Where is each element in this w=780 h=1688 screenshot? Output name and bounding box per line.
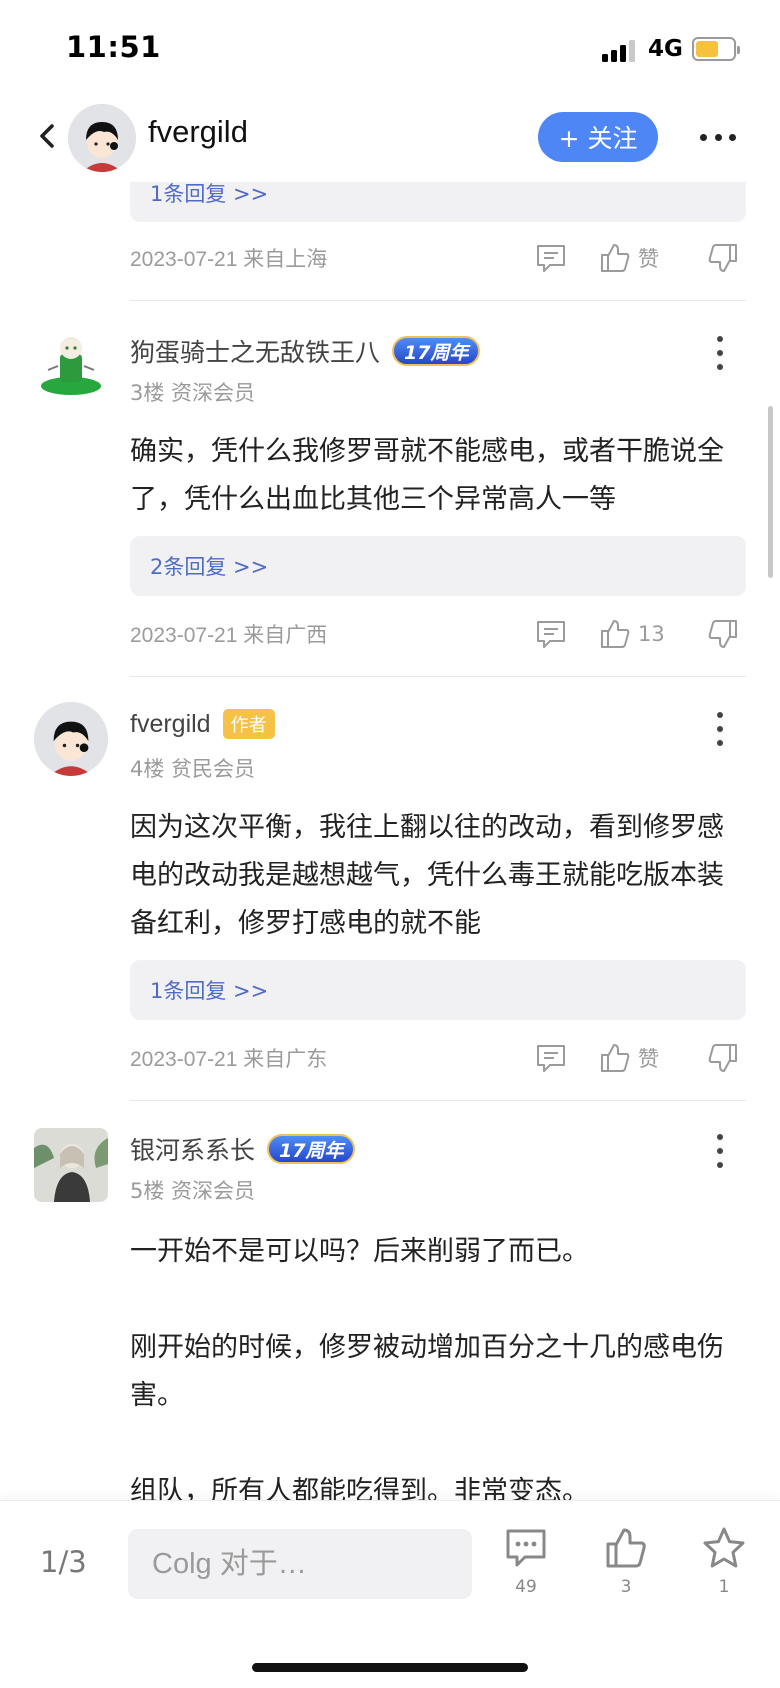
comment-content: 因为这次平衡，我往上翻以往的改动，看到修罗感电的改动我是越想越气，凭什么毒王就能… xyxy=(130,812,724,939)
comment-button[interactable] xyxy=(534,238,568,278)
reply-link[interactable]: 1条回复 >> xyxy=(130,960,746,1020)
like-count: 赞 xyxy=(638,247,659,271)
dislike-button[interactable] xyxy=(706,238,740,278)
like-count: 13 xyxy=(638,622,665,646)
comment-more-button[interactable] xyxy=(714,336,726,370)
battery-icon xyxy=(692,37,740,61)
comment-count: 49 xyxy=(515,1577,537,1597)
comment-divider xyxy=(130,676,746,677)
more-icon xyxy=(700,133,707,141)
like-icon xyxy=(601,620,630,648)
like-count: 赞 xyxy=(638,1047,659,1071)
commenter-avatar[interactable] xyxy=(34,702,108,776)
top-header: fvergild + 关注 xyxy=(0,100,780,182)
network-label: 4G xyxy=(648,36,683,62)
back-icon xyxy=(40,124,54,148)
dislike-icon xyxy=(708,620,737,648)
comment-divider xyxy=(130,300,746,301)
anniversary-badge: 17周年 xyxy=(267,1134,356,1164)
author-name[interactable]: fvergild xyxy=(148,114,248,150)
comment-icon xyxy=(537,621,565,648)
home-indicator[interactable] xyxy=(252,1663,528,1672)
comment-icon xyxy=(537,245,565,272)
like-count: 3 xyxy=(620,1577,632,1597)
like-icon xyxy=(601,1044,630,1072)
comment-meta: 2023-07-21 来自广东 xyxy=(130,1048,328,1071)
favorite-count: 1 xyxy=(718,1577,730,1597)
like-button[interactable]: 赞 xyxy=(598,1038,659,1078)
dislike-button[interactable] xyxy=(706,1038,740,1078)
comment-more-button[interactable] xyxy=(714,1134,726,1168)
comment-content: 确实，凭什么我修罗哥就不能感电，或者干脆说全了，凭什么出血比其他三个异常高人一等 xyxy=(130,436,724,515)
scrollbar[interactable] xyxy=(768,406,773,578)
like-post-button[interactable]: 3 xyxy=(596,1525,656,1597)
reply-link[interactable]: 2条回复 >> xyxy=(130,536,746,596)
page-indicator[interactable]: 1/3 xyxy=(40,1545,87,1579)
author-badge: 作者 xyxy=(222,709,275,739)
like-button[interactable]: 13 xyxy=(598,614,665,654)
comment-icon xyxy=(537,1045,565,1072)
dislike-icon xyxy=(708,244,737,272)
status-bar: 11:51 4G xyxy=(0,0,780,100)
like-button[interactable]: 赞 xyxy=(598,238,659,278)
dislike-icon xyxy=(708,1044,737,1072)
bottom-bar: 1/3 49 3 1 xyxy=(0,1500,780,1688)
commenter-name-row: 银河系系长 17周年 xyxy=(130,1131,356,1167)
anniversary-badge: 17周年 xyxy=(392,336,481,366)
like-icon xyxy=(601,244,630,272)
comment-paragraph: 刚开始的时候，修罗被动增加百分之十几的感电伤害。 xyxy=(130,1332,724,1411)
comment-icon xyxy=(506,1529,546,1567)
floor-label: 5楼 资深会员 xyxy=(130,1179,256,1203)
commenter-name-row: 狗蛋骑士之无敌铁王八 17周年 xyxy=(130,333,481,369)
favorite-button[interactable]: 1 xyxy=(694,1525,754,1597)
like-icon xyxy=(606,1528,646,1568)
status-time: 11:51 xyxy=(66,30,161,64)
author-avatar[interactable] xyxy=(68,104,136,172)
star-icon xyxy=(703,1527,745,1568)
comment-meta: 2023-07-21 来自上海 xyxy=(130,248,328,271)
back-button[interactable] xyxy=(30,116,66,156)
comment-paragraph: 一开始不是可以吗？后来削弱了而已。 xyxy=(130,1236,589,1267)
dislike-button[interactable] xyxy=(706,614,740,654)
comments-button[interactable]: 49 xyxy=(496,1525,556,1597)
signal-icon xyxy=(602,38,640,62)
comment-more-button[interactable] xyxy=(714,712,726,746)
commenter-name[interactable]: 狗蛋骑士之无敌铁王八 xyxy=(130,333,380,369)
commenter-name[interactable]: 银河系系长 xyxy=(130,1131,255,1167)
reply-input[interactable] xyxy=(128,1529,472,1599)
floor-label: 4楼 贫民会员 xyxy=(130,757,256,781)
commenter-name[interactable]: fvergild xyxy=(130,710,211,739)
more-options-button[interactable] xyxy=(700,122,736,152)
commenter-avatar[interactable] xyxy=(34,1128,108,1202)
comment-button[interactable] xyxy=(534,1038,568,1078)
commenter-name-row: fvergild 作者 xyxy=(130,709,275,739)
comment-meta: 2023-07-21 来自广西 xyxy=(130,624,328,647)
comment-divider xyxy=(130,1100,746,1101)
comment-button[interactable] xyxy=(534,614,568,654)
follow-button[interactable]: + 关注 xyxy=(538,112,658,162)
commenter-avatar[interactable] xyxy=(34,326,108,400)
floor-label: 3楼 资深会员 xyxy=(130,381,256,405)
